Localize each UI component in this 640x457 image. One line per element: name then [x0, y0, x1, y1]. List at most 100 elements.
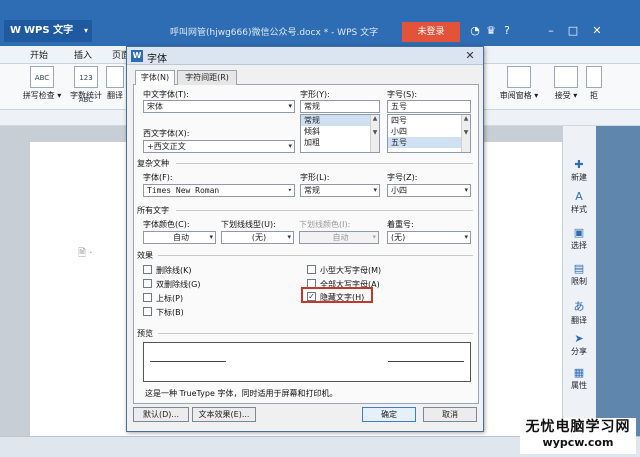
- reject-button[interactable]: 拒: [584, 66, 604, 101]
- preview-baseline: [388, 361, 464, 362]
- chevron-down-icon: ▾: [464, 233, 468, 241]
- style-icon: A: [575, 190, 583, 203]
- double-strikethrough-label: 双删除线(G): [156, 280, 201, 289]
- pane-restrict-button[interactable]: ▤ 限制: [565, 262, 593, 287]
- complex-style-select[interactable]: 常规 ▾: [300, 184, 380, 197]
- share-icon: ➤: [574, 332, 584, 345]
- accept-icon: [554, 66, 578, 88]
- cloud-icon[interactable]: ◔: [468, 24, 482, 38]
- chevron-down-icon: ▾: [209, 233, 213, 241]
- spell-check-button[interactable]: ABC 拼写检查 ▾: [22, 66, 62, 101]
- list-item[interactable]: 四号: [388, 115, 470, 126]
- complex-font-select[interactable]: Times New Roman ▾: [143, 184, 295, 197]
- paragraph-mark-icon: 🗎 ·: [78, 248, 93, 259]
- font-color-label: 字体颜色(C):: [143, 220, 190, 229]
- double-strikethrough-checkbox[interactable]: [143, 279, 152, 288]
- list-item[interactable]: 加粗: [301, 137, 379, 148]
- complex-script-heading: 复杂文种: [137, 159, 169, 168]
- list-item[interactable]: 小四: [388, 126, 470, 137]
- property-icon: ▦: [573, 366, 585, 379]
- pane-new-button[interactable]: ✚ 新建: [565, 158, 593, 183]
- chinese-font-input[interactable]: 宋体 ▾: [143, 100, 295, 113]
- font-size-input[interactable]: 五号: [387, 100, 471, 113]
- desktop-background: [596, 126, 640, 436]
- cancel-button[interactable]: 取消: [423, 407, 477, 422]
- list-item[interactable]: 倾斜: [301, 126, 379, 137]
- font-size-label: 字号(S):: [387, 90, 418, 99]
- login-button[interactable]: 未登录: [402, 22, 460, 42]
- review-pane-button[interactable]: 审阅窗格 ▾: [494, 66, 544, 101]
- font-size-list[interactable]: 四号 小四 五号 ▲ ▼: [387, 114, 471, 153]
- font-style-input[interactable]: 常规: [300, 100, 380, 113]
- dialog-close-icon[interactable]: ✕: [462, 49, 478, 63]
- plus-doc-icon: ✚: [574, 158, 584, 171]
- subscript-label: 下标(B): [156, 308, 184, 317]
- emphasis-select[interactable]: (无) ▾: [387, 231, 471, 244]
- app-titlebar: [0, 0, 640, 46]
- emphasis-label: 着重号:: [387, 220, 414, 229]
- underline-color-select: 自动 ▾: [299, 231, 379, 244]
- select-icon: ▣: [573, 226, 585, 239]
- default-button[interactable]: 默认(D)...: [133, 407, 189, 422]
- word-count-button[interactable]: 123 ABC 字数统计: [66, 66, 106, 104]
- chevron-down-icon: ▾: [83, 26, 88, 35]
- font-style-list[interactable]: 常规 倾斜 加粗 ▲ ▼: [300, 114, 380, 153]
- reject-icon: [586, 66, 602, 88]
- group-divider: [176, 210, 473, 211]
- small-caps-checkbox[interactable]: [307, 265, 316, 274]
- tab-char-spacing[interactable]: 字符间距(R): [177, 70, 237, 85]
- small-caps-label: 小型大写字母(M): [320, 266, 382, 275]
- list-item[interactable]: 常规: [301, 115, 379, 126]
- translate-button[interactable]: 翻译: [104, 66, 126, 101]
- translate-icon: あ: [573, 300, 585, 313]
- superscript-label: 上标(P): [156, 294, 184, 303]
- underline-style-select[interactable]: (无) ▾: [221, 231, 294, 244]
- shirt-icon[interactable]: ♛: [484, 24, 498, 38]
- preview-baseline: [150, 361, 226, 362]
- group-divider: [176, 163, 473, 164]
- superscript-checkbox[interactable]: [143, 293, 152, 302]
- complex-size-select[interactable]: 小四 ▾: [387, 184, 471, 197]
- scrollbar[interactable]: ▲ ▼: [461, 115, 470, 152]
- dialog-title: 字体: [147, 54, 167, 65]
- app-name: WPS 文字: [24, 25, 74, 36]
- western-font-select[interactable]: +西文正文 ▾: [143, 140, 295, 153]
- accept-button[interactable]: 接受 ▾: [550, 66, 582, 101]
- strikethrough-checkbox[interactable]: [143, 265, 152, 274]
- wps-logo-icon: W: [10, 25, 22, 36]
- underline-color-label: 下划线颜色(I):: [299, 220, 351, 229]
- pane-property-button[interactable]: ▦ 属性: [565, 366, 593, 391]
- text-effects-button[interactable]: 文本效果(E)...: [192, 407, 256, 422]
- pane-translate-button[interactable]: あ翻译: [565, 298, 593, 326]
- maximize-icon[interactable]: □: [566, 24, 580, 38]
- western-font-label: 西文字体(X):: [143, 129, 190, 138]
- review-pane-icon: [507, 66, 531, 88]
- ok-button[interactable]: 确定: [362, 407, 416, 422]
- complex-size-label: 字号(Z):: [387, 173, 418, 182]
- site-watermark: 无忧电脑学习网 wypcw.com: [520, 418, 636, 454]
- minimize-icon[interactable]: –: [544, 24, 558, 38]
- font-color-select[interactable]: 自动 ▾: [143, 231, 216, 244]
- chevron-down-icon: ▾: [372, 233, 376, 241]
- tab-home[interactable]: 开始: [30, 48, 48, 61]
- subscript-checkbox[interactable]: [143, 307, 152, 316]
- pane-style-button[interactable]: A 样式: [565, 190, 593, 215]
- list-item[interactable]: 五号: [388, 137, 470, 148]
- group-divider: [158, 333, 473, 334]
- spell-check-icon: ABC: [30, 66, 54, 88]
- pane-share-button[interactable]: ➤ 分享: [565, 332, 593, 357]
- scrollbar[interactable]: ▲ ▼: [370, 115, 379, 152]
- group-divider: [158, 255, 473, 256]
- tab-font[interactable]: 字体(N): [135, 70, 175, 85]
- help-icon[interactable]: ?: [500, 24, 514, 38]
- close-icon[interactable]: ✕: [590, 24, 604, 38]
- chevron-down-icon: ▾: [373, 186, 377, 194]
- pane-select-button[interactable]: ▣ 选择: [565, 226, 593, 251]
- all-text-heading: 所有文字: [137, 206, 169, 215]
- app-menu-button[interactable]: W WPS 文字 ▾: [4, 20, 92, 42]
- translate-icon: [106, 66, 124, 88]
- preview-box: [143, 342, 471, 382]
- tab-insert[interactable]: 插入: [74, 48, 92, 61]
- chevron-down-icon: ▾: [288, 102, 292, 110]
- underline-style-label: 下划线线型(U):: [221, 220, 276, 229]
